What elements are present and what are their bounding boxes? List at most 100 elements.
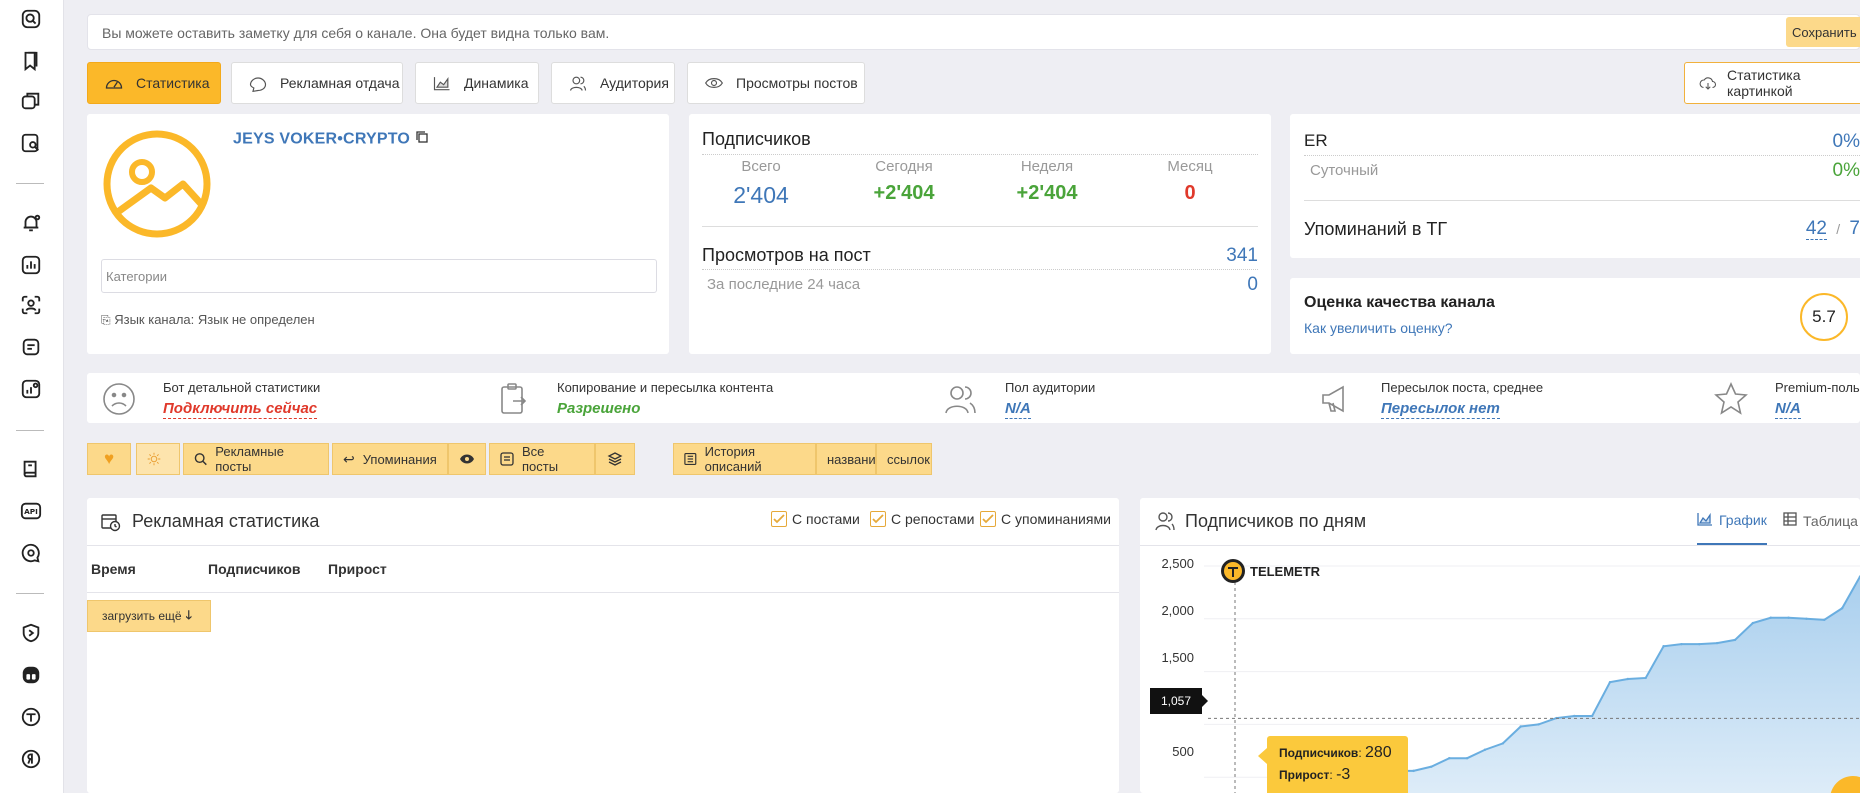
data-point [1805, 617, 1808, 620]
eye-icon [704, 73, 726, 93]
bot-icon[interactable] [18, 662, 44, 688]
copy-icon[interactable] [415, 130, 429, 149]
sidebar-divider [16, 430, 44, 431]
data-point [1769, 616, 1772, 619]
telemetr-logo-icon[interactable] [18, 704, 44, 730]
forwards-link[interactable]: Пересылок нет [1381, 400, 1500, 419]
connect-bot-link[interactable]: Подключить сейчас [163, 400, 318, 419]
ad-stats-title: Рекламная статистика [132, 511, 320, 531]
chart-icon[interactable] [18, 252, 44, 278]
analytics-icon[interactable] [18, 376, 44, 402]
document-icon[interactable] [18, 334, 44, 360]
data-point [1483, 748, 1487, 751]
audience-users-icon [945, 386, 976, 414]
book-icon[interactable] [18, 456, 44, 482]
sidebar: API [0, 0, 64, 793]
history-names-button[interactable]: названий [816, 443, 883, 475]
with-mentions-checkbox[interactable]: С упоминаниями [980, 511, 1111, 527]
favorite-button[interactable]: ♥ [87, 443, 131, 475]
er-daily-value: 0% [1832, 160, 1860, 181]
tab-graph[interactable]: График [1697, 510, 1767, 545]
megaphone-icon [1322, 385, 1344, 413]
mentions-link[interactable]: 42 [1805, 218, 1827, 240]
api-icon[interactable]: API [18, 498, 44, 524]
quality-score: 5.7 [1800, 293, 1848, 341]
bookmarks-icon[interactable] [18, 48, 44, 74]
channel-title[interactable]: JEYS VOKER•CRYPTO [233, 130, 429, 149]
last24-label: За последние 24 часа [707, 276, 861, 293]
bell-icon[interactable] [18, 210, 44, 236]
tab-post-views[interactable]: Просмотры постов [687, 62, 865, 104]
layers-button[interactable] [595, 443, 635, 475]
users-icon [1155, 512, 1175, 531]
col-growth[interactable]: Прирост [328, 561, 387, 577]
main-content: Вы можете оставить заметку для себя о ка… [87, 0, 1860, 793]
history-links-button[interactable]: ссылок [876, 443, 932, 475]
yandex-icon[interactable] [18, 746, 44, 772]
data-point [1501, 742, 1505, 745]
data-point [1608, 680, 1612, 684]
ad-stats-panel [87, 498, 1119, 793]
subs-today-label: Сегодня [875, 158, 933, 175]
divider [1140, 545, 1860, 546]
all-posts-button[interactable]: Все посты [489, 443, 595, 475]
ad-posts-button[interactable]: Рекламные посты [183, 443, 329, 475]
shield-icon[interactable] [18, 620, 44, 646]
col-subscribers[interactable]: Подписчиков [208, 561, 301, 577]
tab-table[interactable]: Таблица [1783, 512, 1858, 529]
load-more-button[interactable]: загрузить ещё 🡓 [87, 600, 211, 632]
divider [702, 154, 1258, 155]
subs-week-label: Неделя [1020, 158, 1074, 175]
data-point [1590, 714, 1594, 718]
tab-ad-return[interactable]: Рекламная отдача [231, 62, 403, 104]
stats-image-button[interactable]: Статистика картинкой [1684, 62, 1860, 104]
mentions-b[interactable]: 7 [1849, 218, 1860, 239]
save-note-button[interactable]: Сохранить [1786, 17, 1860, 47]
history-descriptions-button[interactable]: История описаний [673, 443, 816, 475]
views-toggle-button[interactable] [448, 443, 486, 475]
reply-icon: ↩ [343, 450, 355, 467]
er-value: 0% [1832, 131, 1860, 152]
telemetr-logo-icon [1221, 559, 1245, 583]
data-point [1573, 714, 1576, 718]
data-point [1840, 607, 1844, 610]
quality-card: Оценка качества канала Как увеличить оце… [1290, 278, 1860, 354]
face-scan-icon[interactable] [18, 292, 44, 318]
with-posts-checkbox[interactable]: С постами [771, 511, 860, 527]
image-placeholder-icon [103, 130, 211, 238]
channel-language: ⎘ Язык канала: Язык не определен [101, 312, 315, 327]
data-point [1412, 769, 1415, 773]
categories-input[interactable]: Категории [101, 259, 657, 293]
sun-button[interactable] [136, 443, 180, 475]
copy-channels-icon[interactable] [18, 88, 44, 114]
chat-search-icon[interactable] [18, 540, 44, 566]
views-value: 341 [1226, 245, 1258, 266]
mentions-button[interactable]: ↩ Упоминания [332, 443, 448, 475]
subscribers-card: Подписчиков Всего Сегодня Неделя Месяц 2… [689, 114, 1271, 354]
channel-card: JEYS VOKER•CRYPTO Категории ⎘ Язык канал… [87, 114, 669, 354]
with-reposts-checkbox[interactable]: С репостами [870, 511, 974, 527]
tab-dynamics[interactable]: Динамика [415, 62, 539, 104]
search-icon[interactable] [18, 6, 44, 32]
tab-audience[interactable]: Аудитория [551, 62, 675, 104]
tab-statistics[interactable]: Статистика [87, 62, 221, 104]
note-input[interactable]: Вы можете оставить заметку для себя о ка… [87, 14, 1860, 50]
table-icon [1783, 512, 1797, 529]
check-icon [870, 511, 886, 527]
note-placeholder: Вы можете оставить заметку для себя о ка… [102, 25, 610, 41]
premium-link[interactable]: N/A [1775, 400, 1801, 419]
gender-link[interactable]: N/A [1005, 400, 1031, 419]
subs-month-value: 0 [1184, 182, 1196, 204]
data-point [1448, 756, 1451, 760]
post-search-icon[interactable] [18, 130, 44, 156]
chart-canvas[interactable] [1140, 548, 1860, 793]
quality-link[interactable]: Как увеличить оценку? [1304, 320, 1453, 336]
star-icon [1714, 382, 1748, 415]
subs-total-value: 2'404 [733, 182, 789, 208]
col-time[interactable]: Время [91, 561, 136, 577]
arrow-down-icon: 🡓 [185, 607, 192, 622]
cloud-download-icon [1699, 75, 1717, 91]
data-point [1519, 725, 1522, 728]
divider [702, 226, 1258, 227]
sidebar-divider [16, 593, 44, 594]
